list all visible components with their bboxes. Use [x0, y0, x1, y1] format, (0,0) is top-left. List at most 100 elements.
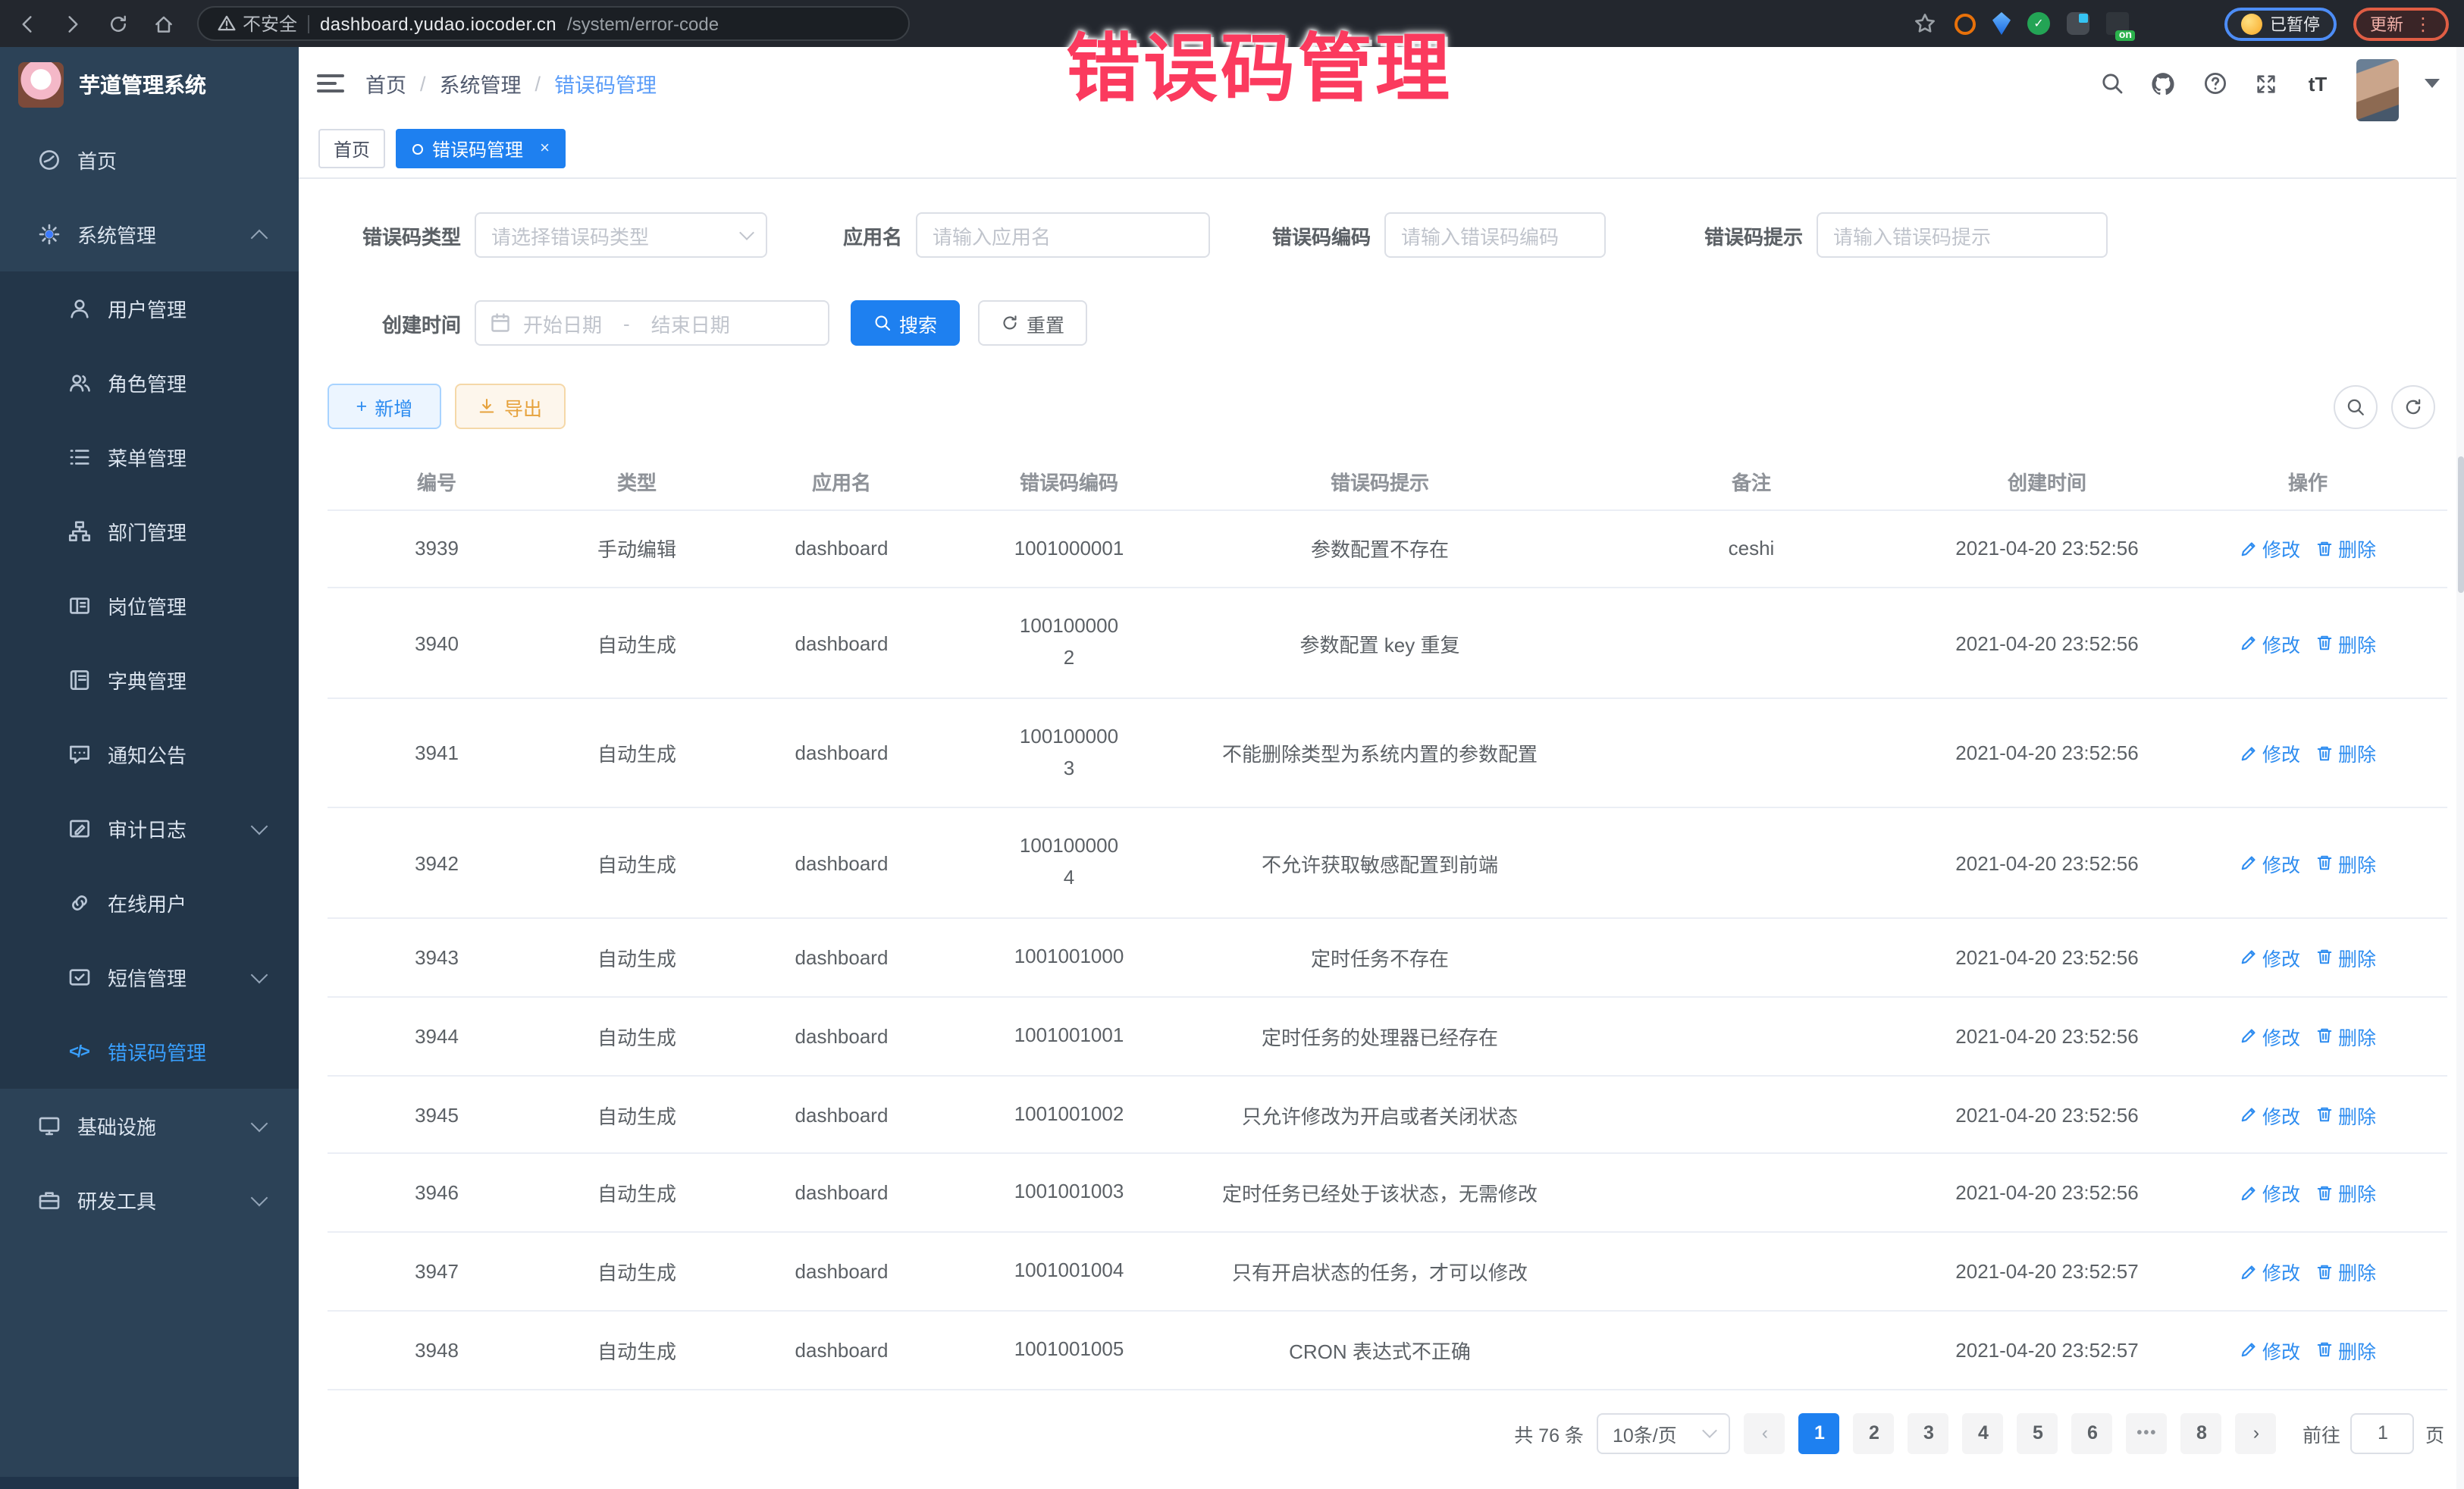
security-warning[interactable]: 不安全 — [217, 11, 297, 36]
page-button-5[interactable]: 5 — [2017, 1413, 2058, 1454]
grid-extension-icon[interactable] — [2067, 12, 2089, 35]
edit-button[interactable]: 修改 — [2240, 849, 2300, 878]
delete-button[interactable]: 删除 — [2315, 1257, 2376, 1286]
search-icon[interactable] — [2099, 71, 2124, 96]
sidebar-collapse-bar[interactable] — [0, 1477, 299, 1489]
blue-drop-extension-icon[interactable] — [1992, 12, 2011, 35]
app-logo[interactable]: 芋道管理系统 — [0, 47, 299, 123]
edit-button[interactable]: 修改 — [2240, 943, 2300, 972]
edit-button[interactable]: 修改 — [2240, 534, 2300, 563]
puzzle-extensions-icon[interactable] — [2185, 12, 2208, 35]
sidebar-item-研发工具[interactable]: 研发工具 — [0, 1163, 299, 1237]
delete-button[interactable]: 删除 — [2315, 1179, 2376, 1208]
sidebar-item-在线用户[interactable]: 在线用户 — [0, 866, 299, 940]
table-row: 3941自动生成dashboard100100000 3不能删除类型为系统内置的… — [328, 698, 2447, 808]
sidebar-item-审计日志[interactable]: 审计日志 — [0, 792, 299, 866]
prev-page-button[interactable]: ‹ — [1745, 1413, 1785, 1454]
page-button-6[interactable]: 6 — [2072, 1413, 2113, 1454]
export-button[interactable]: 导出 — [455, 384, 566, 429]
goto-page-input[interactable]: 1 — [2351, 1413, 2415, 1454]
reload-icon[interactable] — [106, 11, 130, 36]
edit-button[interactable]: 修改 — [2240, 1336, 2300, 1365]
tag-close-icon[interactable]: × — [540, 139, 550, 158]
sidebar-item-岗位管理[interactable]: 岗位管理 — [0, 569, 299, 643]
key-extension-icon[interactable] — [2146, 12, 2168, 35]
browser-menu-icon[interactable]: ⋮ — [2414, 13, 2432, 34]
page-button-8[interactable]: 8 — [2181, 1413, 2222, 1454]
green-v-extension-icon[interactable]: ✓ — [2027, 12, 2050, 35]
user-menu-caret-icon[interactable] — [2425, 78, 2440, 95]
bookmark-star-icon[interactable] — [1914, 11, 1938, 36]
help-icon[interactable] — [2202, 71, 2227, 96]
delete-button[interactable]: 删除 — [2315, 943, 2376, 972]
chevron-down-icon — [251, 817, 268, 835]
on-badge-extension-icon[interactable] — [2106, 12, 2129, 35]
tag-首页[interactable]: 首页 — [318, 129, 385, 168]
more-pages-button[interactable]: ••• — [2127, 1413, 2168, 1454]
app-name-input[interactable]: 请输入应用名 — [916, 212, 1210, 258]
back-icon[interactable] — [15, 11, 39, 36]
show-search-icon[interactable] — [2334, 384, 2378, 428]
sidebar-item-用户管理[interactable]: 用户管理 — [0, 271, 299, 346]
page-scrollbar[interactable] — [2456, 47, 2464, 1489]
edit-button[interactable]: 修改 — [2240, 1179, 2300, 1208]
sms-message-icon — [67, 965, 91, 989]
refresh-table-icon[interactable] — [2391, 384, 2435, 428]
error-type-select[interactable]: 请选择错误码类型 — [475, 212, 767, 258]
fullscreen-icon[interactable] — [2253, 71, 2279, 96]
edit-button[interactable]: 修改 — [2240, 1257, 2300, 1286]
delete-button[interactable]: 删除 — [2315, 849, 2376, 878]
delete-button[interactable]: 删除 — [2315, 1022, 2376, 1051]
sidebar-item-角色管理[interactable]: 角色管理 — [0, 346, 299, 420]
home-icon[interactable] — [152, 11, 176, 36]
edit-button[interactable]: 修改 — [2240, 629, 2300, 657]
reset-button[interactable]: 重置 — [978, 300, 1087, 346]
add-button[interactable]: + 新增 — [328, 384, 441, 429]
breadcrumb-item[interactable]: 系统管理 — [440, 68, 522, 99]
update-button[interactable]: 更新 ⋮ — [2353, 7, 2449, 40]
sidebar-menu: 首页系统管理用户管理角色管理菜单管理部门管理岗位管理字典管理通知公告审计日志在线… — [0, 123, 299, 1237]
user-avatar[interactable] — [2356, 58, 2399, 121]
scrollbar-thumb[interactable] — [2457, 456, 2463, 593]
edit-button[interactable]: 修改 — [2240, 738, 2300, 767]
edit-button[interactable]: 修改 — [2240, 1100, 2300, 1129]
tag-错误码管理[interactable]: 错误码管理× — [396, 129, 566, 168]
logo-avatar — [18, 62, 64, 108]
row-remark — [1577, 1075, 1926, 1154]
error-code-input[interactable]: 请输入错误码编码 — [1384, 212, 1606, 258]
next-page-button[interactable]: › — [2236, 1413, 2277, 1454]
sidebar-item-通知公告[interactable]: 通知公告 — [0, 717, 299, 792]
github-icon[interactable] — [2150, 71, 2176, 96]
delete-button[interactable]: 删除 — [2315, 534, 2376, 563]
row-id: 3945 — [328, 1075, 546, 1154]
orange-ring-extension-icon[interactable] — [1955, 13, 1976, 34]
breadcrumb-item[interactable]: 首页 — [365, 68, 406, 99]
delete-button[interactable]: 删除 — [2315, 1336, 2376, 1365]
paused-profile-badge[interactable]: 已暂停 — [2224, 7, 2337, 40]
edit-button[interactable]: 修改 — [2240, 1022, 2300, 1051]
page-size-select[interactable]: 10条/页 — [1597, 1413, 1731, 1454]
sidebar-item-基础设施[interactable]: 基础设施 — [0, 1089, 299, 1163]
error-hint-input[interactable]: 请输入错误码提示 — [1817, 212, 2108, 258]
date-range-picker[interactable]: 开始日期 - 结束日期 — [475, 300, 829, 346]
delete-button[interactable]: 删除 — [2315, 1100, 2376, 1129]
page-button-1[interactable]: 1 — [1799, 1413, 1840, 1454]
font-size-icon[interactable]: tT — [2305, 71, 2331, 96]
delete-button[interactable]: 删除 — [2315, 629, 2376, 657]
sidebar-item-错误码管理[interactable]: </>错误码管理 — [0, 1014, 299, 1089]
error-hint-placeholder: 请输入错误码提示 — [1833, 221, 1991, 249]
sidebar-item-系统管理[interactable]: 系统管理 — [0, 197, 299, 271]
delete-button[interactable]: 删除 — [2315, 738, 2376, 767]
page-button-3[interactable]: 3 — [1908, 1413, 1949, 1454]
page-button-4[interactable]: 4 — [1963, 1413, 2004, 1454]
page-button-2[interactable]: 2 — [1854, 1413, 1895, 1454]
sidebar-item-字典管理[interactable]: 字典管理 — [0, 643, 299, 717]
sidebar-fold-icon[interactable] — [317, 71, 344, 96]
forward-icon[interactable] — [61, 11, 85, 36]
sidebar-item-首页[interactable]: 首页 — [0, 123, 299, 197]
search-button[interactable]: 搜索 — [851, 300, 960, 346]
sidebar-item-短信管理[interactable]: 短信管理 — [0, 940, 299, 1014]
sidebar-item-部门管理[interactable]: 部门管理 — [0, 494, 299, 569]
sidebar-item-菜单管理[interactable]: 菜单管理 — [0, 420, 299, 494]
address-bar[interactable]: 不安全 dashboard.yudao.iocoder.cn/system/er… — [197, 6, 910, 41]
